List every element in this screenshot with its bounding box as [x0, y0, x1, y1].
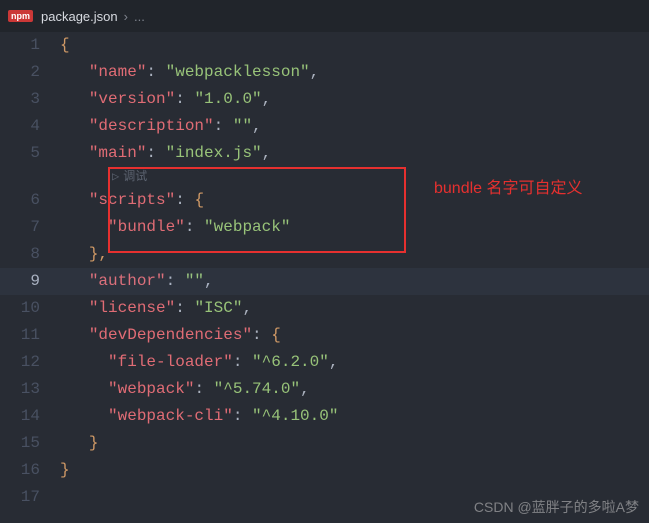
line-number: 5 — [0, 140, 40, 167]
chevron-right-icon: › — [124, 9, 128, 24]
line-number: 10 — [0, 295, 40, 322]
code-line: } — [60, 457, 649, 484]
line-number: 8 — [0, 241, 40, 268]
code-line: "devDependencies": { — [60, 322, 649, 349]
line-number: 2 — [0, 59, 40, 86]
line-number: 17 — [0, 484, 40, 511]
code-line: "main": "index.js", — [60, 140, 649, 167]
tab-bar: npm package.json › ... — [0, 0, 649, 32]
code-line: } — [60, 430, 649, 457]
line-number: 3 — [0, 86, 40, 113]
code-line: "author": "", — [60, 268, 649, 295]
corner-mark — [0, 511, 12, 523]
code-line: "name": "webpacklesson", — [60, 59, 649, 86]
code-line: "bundle": "webpack" — [60, 214, 649, 241]
line-number: 4 — [0, 113, 40, 140]
line-number: 6 — [0, 187, 40, 214]
line-number: 13 — [0, 376, 40, 403]
line-number: 16 — [0, 457, 40, 484]
line-number: 14 — [0, 403, 40, 430]
code-line: "file-loader": "^6.2.0", — [60, 349, 649, 376]
watermark: CSDN @蓝胖子的多啦A梦 — [474, 497, 639, 517]
line-number: 12 — [0, 349, 40, 376]
line-spacer — [0, 167, 40, 187]
line-number: 7 — [0, 214, 40, 241]
code-line: "description": "", — [60, 113, 649, 140]
annotation-text: bundle 名字可自定义 — [434, 178, 614, 200]
line-number: 15 — [0, 430, 40, 457]
code-line: "webpack-cli": "^4.10.0" — [60, 403, 649, 430]
tab-filename[interactable]: package.json — [41, 9, 118, 24]
line-number: 1 — [0, 32, 40, 59]
code-line: "webpack": "^5.74.0", — [60, 376, 649, 403]
code-line: "version": "1.0.0", — [60, 86, 649, 113]
npm-icon: npm — [8, 10, 33, 22]
breadcrumb-rest[interactable]: ... — [134, 9, 145, 24]
line-number: 11 — [0, 322, 40, 349]
code-area[interactable]: { "name": "webpacklesson", "version": "1… — [60, 32, 649, 511]
code-line: }, — [60, 241, 649, 268]
code-line: "license": "ISC", — [60, 295, 649, 322]
code-editor[interactable]: 1 2 3 4 5 6 7 8 9 10 11 12 13 14 15 16 1… — [0, 32, 649, 511]
code-line: { — [60, 32, 649, 59]
play-icon: ▷ — [112, 170, 119, 184]
